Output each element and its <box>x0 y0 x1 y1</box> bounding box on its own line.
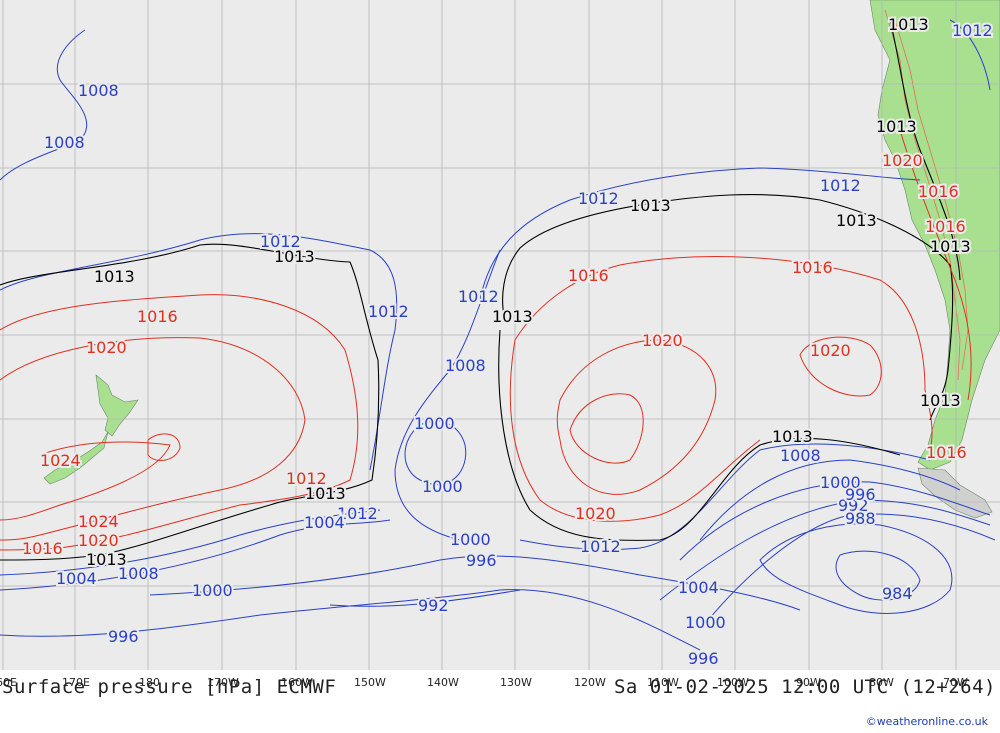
isobar-label: 1013 <box>930 237 971 256</box>
isobar-label: 1000 <box>422 477 463 496</box>
isobar-label: 1000 <box>450 530 491 549</box>
isobar-label: 1000 <box>685 613 726 632</box>
isobar-label: 1024 <box>78 512 119 531</box>
isobar-label: 1024 <box>40 451 81 470</box>
isobar-label: 1012 <box>286 469 327 488</box>
isobar-label: 1013 <box>94 267 135 286</box>
isobar-label: 1008 <box>118 564 159 583</box>
chart-title: Surface pressure [hPa] ECMWF <box>2 676 337 698</box>
isobar-label: 1016 <box>22 539 63 558</box>
isobar-label: 1013 <box>920 391 961 410</box>
isobar-label: 1016 <box>568 266 609 285</box>
isobar-label: 1008 <box>780 446 821 465</box>
isobar-label: 1012 <box>820 176 861 195</box>
isobar-label: 1000 <box>414 414 455 433</box>
lon-tick-label: 120W <box>574 676 606 689</box>
isobar-label: 1004 <box>56 569 97 588</box>
isobar-label: 1016 <box>925 217 966 236</box>
isobar-label: 996 <box>466 551 497 570</box>
isobar-label: 1000 <box>192 581 233 600</box>
isobar-label: 1016 <box>918 182 959 201</box>
isobar-label: 1004 <box>678 578 719 597</box>
isobar-label: 1013 <box>876 117 917 136</box>
lon-tick-label: 130W <box>500 676 532 689</box>
lon-tick-label: 150W <box>354 676 386 689</box>
isobar-label: 1016 <box>926 443 967 462</box>
isobar-label: 1013 <box>772 427 813 446</box>
isobar-label: 1012 <box>580 537 621 556</box>
isobar-label: 1020 <box>78 531 119 550</box>
lon-tick-label: 140W <box>427 676 459 689</box>
forecast-datetime: Sa 01-02-2025 12:00 UTC (12+264) <box>613 676 996 698</box>
isobar-label: 1016 <box>137 307 178 326</box>
isobar-label: 1020 <box>575 504 616 523</box>
isobar-label: 1012 <box>952 21 993 40</box>
isobar-label: 1020 <box>810 341 851 360</box>
source-credit-link[interactable]: ©weatheronline.co.uk <box>866 715 988 728</box>
isobar-label: 1012 <box>368 302 409 321</box>
isobar-label: 1008 <box>78 81 119 100</box>
isobar-label: 1013 <box>836 211 877 230</box>
isobar-label: 1013 <box>630 196 671 215</box>
isobar-label: 1020 <box>882 151 923 170</box>
pressure-map: 1008 1008 1013 1012 1013 1012 1016 1020 … <box>0 0 1000 689</box>
isobar-label: 1008 <box>44 133 85 152</box>
isobar-label: 996 <box>845 485 876 504</box>
isobar-label: 1012 <box>578 189 619 208</box>
isobar-label: 1020 <box>86 338 127 357</box>
isobar-label: 1008 <box>445 356 486 375</box>
isobar-label: 996 <box>108 627 139 646</box>
isobar-label: 1013 <box>888 15 929 34</box>
isobar-label: 1020 <box>642 331 683 350</box>
isobar-label: 1004 <box>304 513 345 532</box>
isobar-label: 1013 <box>274 247 315 266</box>
isobar-label: 988 <box>845 509 876 528</box>
isobar-label: 1012 <box>458 287 499 306</box>
isobar-label: 992 <box>418 596 449 615</box>
isobar-label: 1013 <box>492 307 533 326</box>
isobar-label: 984 <box>882 584 913 603</box>
isobar-label: 1016 <box>792 258 833 277</box>
isobar-label: 996 <box>688 649 719 668</box>
